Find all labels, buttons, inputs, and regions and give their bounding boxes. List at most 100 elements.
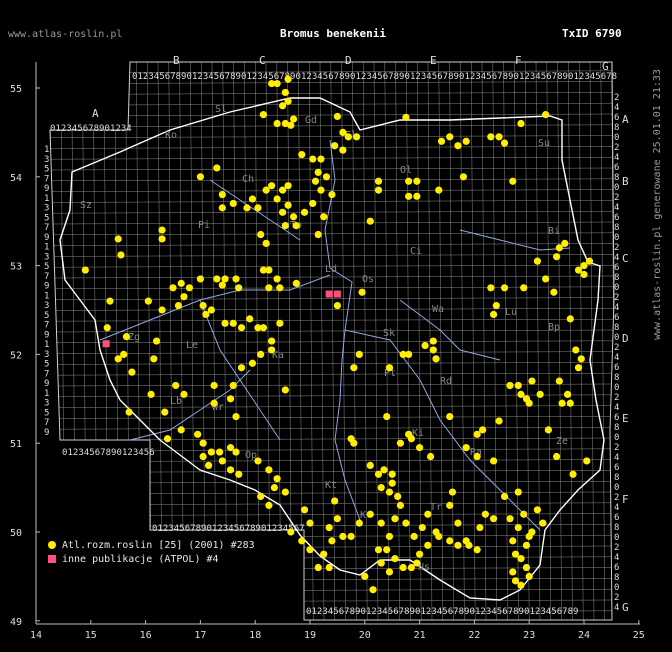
record-dot (202, 310, 210, 319)
svg-text:0: 0 (614, 533, 619, 543)
svg-text:4: 4 (614, 453, 619, 463)
record-dot (229, 319, 237, 327)
record-dot (298, 151, 306, 159)
record-dot (128, 368, 136, 376)
region-label: Wa (432, 304, 444, 315)
svg-text:1: 1 (44, 194, 49, 204)
svg-text:6: 6 (614, 413, 619, 423)
svg-text:8: 8 (614, 123, 619, 133)
record-dot (405, 350, 413, 358)
row-letter: D (622, 332, 629, 345)
record-dot (550, 288, 558, 296)
record-dot (229, 199, 237, 208)
record-dot (454, 519, 462, 527)
svg-text:8: 8 (614, 473, 619, 483)
record-dot (226, 395, 235, 403)
y-tick-label: 55 (10, 84, 22, 95)
record-dot (385, 568, 394, 576)
svg-text:2: 2 (614, 393, 619, 403)
record-dot (106, 297, 114, 305)
record-dot (517, 581, 525, 589)
svg-text:4: 4 (614, 203, 619, 213)
region-label: Sz (80, 200, 92, 211)
svg-text:3: 3 (44, 399, 49, 409)
svg-text:7: 7 (44, 418, 49, 428)
region-label: Pi (198, 220, 210, 231)
svg-text:9: 9 (44, 282, 49, 292)
svg-text:2: 2 (614, 343, 619, 353)
record-dot (522, 563, 531, 572)
record-dot (509, 568, 517, 576)
record-dot (555, 377, 563, 385)
svg-text:6: 6 (614, 363, 619, 373)
record-dot (377, 519, 385, 527)
record-dot (81, 266, 89, 274)
svg-text:9: 9 (44, 330, 49, 340)
record-dot (574, 364, 583, 372)
record-square (102, 340, 110, 348)
record-dot (268, 346, 276, 354)
record-dot (218, 204, 226, 212)
record-dot (424, 510, 432, 518)
record-dot (314, 563, 322, 572)
svg-text:4: 4 (126, 124, 131, 134)
record-dot (284, 201, 292, 209)
svg-text:9: 9 (44, 379, 49, 389)
record-dot (158, 226, 166, 234)
square-symbol (48, 555, 56, 563)
record-dot (281, 488, 289, 496)
record-dot (169, 284, 177, 292)
record-dot (150, 355, 158, 363)
record-dot (273, 195, 281, 203)
svg-text:2: 2 (614, 443, 619, 453)
record-dot (385, 532, 394, 541)
record-dot (254, 204, 262, 212)
record-dot (328, 190, 336, 199)
record-dot (500, 139, 509, 147)
x-tick-label: 21 (414, 630, 426, 641)
record-dot (462, 537, 470, 545)
svg-text:7: 7 (44, 369, 49, 379)
svg-text:7: 7 (44, 223, 49, 233)
record-dot (103, 324, 111, 332)
record-dot (407, 563, 415, 572)
record-dot (380, 466, 388, 474)
svg-text:3: 3 (44, 155, 49, 165)
region-label: Ol (400, 165, 412, 176)
record-dot (377, 559, 385, 567)
row-letter: E (622, 412, 629, 425)
record-dot (429, 337, 437, 345)
svg-text:2: 2 (614, 593, 619, 603)
record-dot (405, 430, 413, 438)
record-dot (542, 275, 550, 283)
column-letter: G (602, 60, 609, 73)
record-dot (405, 192, 413, 200)
record-dot (281, 222, 289, 230)
record-dot (292, 222, 300, 230)
row-letter: C (622, 252, 629, 265)
record-dot (311, 177, 320, 185)
record-dot (514, 488, 522, 496)
record-dot (347, 532, 355, 541)
svg-text:5: 5 (44, 165, 49, 175)
record-dot (158, 235, 166, 243)
svg-text:7: 7 (44, 272, 49, 282)
record-dot (402, 519, 410, 527)
site-url[interactable]: www.atlas-roslin.pl (8, 29, 122, 40)
svg-text:2: 2 (614, 493, 619, 503)
record-dot (331, 497, 339, 505)
record-dot (279, 208, 287, 216)
record-dot (355, 519, 363, 527)
river (344, 329, 541, 531)
svg-text:2: 2 (614, 143, 619, 153)
svg-text:1: 1 (44, 145, 49, 155)
legend-item-dot: Atl.rozm.roslin [25] (2001) #283 (48, 540, 255, 551)
record-dot (383, 412, 391, 421)
row-letter: B (622, 175, 629, 188)
record-dot (388, 470, 396, 478)
record-dot (235, 470, 243, 478)
record-dot (402, 113, 410, 121)
record-dot (418, 523, 426, 532)
svg-text:0: 0 (614, 283, 619, 293)
record-dot (561, 239, 569, 247)
